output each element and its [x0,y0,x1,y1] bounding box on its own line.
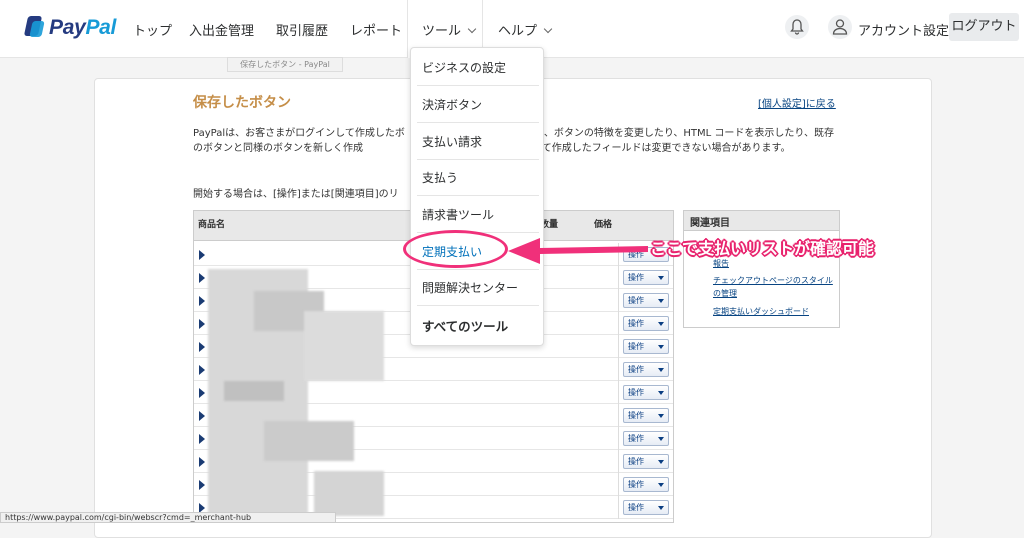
action-cell: 操作 [618,335,673,358]
nav-item-money[interactable]: 入出金管理 [189,20,254,39]
action-dropdown-button[interactable]: 操作 [623,454,669,469]
menu-divider [417,305,539,306]
action-dropdown-button[interactable]: 操作 [623,362,669,377]
action-dropdown-button[interactable]: 操作 [623,477,669,492]
action-cell: 操作 [618,289,673,312]
action-cell: 操作 [618,473,673,496]
chevron-down-icon [543,24,553,34]
nav-item-help[interactable]: ヘルプ [498,20,553,39]
header-price: 価格 [594,220,613,230]
expand-arrow-icon[interactable] [199,296,205,306]
expand-arrow-icon[interactable] [199,457,205,467]
notification-bell-icon[interactable] [785,15,809,39]
account-user-icon[interactable] [828,15,852,39]
action-dropdown-button[interactable]: 操作 [623,316,669,331]
pixelated-redaction [304,311,384,381]
nav-item-tools[interactable]: ツール [422,20,477,39]
menu-item-payment-buttons[interactable]: 決済ボタン [422,96,534,113]
menu-item-invoicing[interactable]: 請求書ツール [422,206,534,223]
account-settings-link[interactable]: アカウント設定 [858,20,949,39]
expand-arrow-icon[interactable] [199,273,205,283]
related-link-checkout-style[interactable]: チェックアウトページのスタイルの管理 [713,274,833,300]
expand-arrow-icon[interactable] [199,250,205,260]
paypal-p-icon [26,16,44,40]
menu-item-all-tools[interactable]: すべてのツール [422,316,534,335]
action-cell: 操作 [618,312,673,335]
expand-arrow-icon[interactable] [199,319,205,329]
related-items-title: 関連項目 [684,211,839,231]
expand-arrow-icon[interactable] [199,411,205,421]
menu-divider [417,195,539,196]
expand-arrow-icon[interactable] [199,480,205,490]
menu-item-payment-request[interactable]: 支払い請求 [422,133,534,150]
action-cell: 操作 [618,496,673,519]
nav-help-label: ヘルプ [498,24,538,39]
action-dropdown-button[interactable]: 操作 [623,385,669,400]
logo-text-pal: Pal [85,16,117,39]
action-dropdown-button[interactable]: 操作 [623,293,669,308]
hover-tooltip-title: 保存したボタン - PayPal [227,57,343,72]
nav-tools-label: ツール [422,24,462,39]
menu-item-resolution-center[interactable]: 問題解決センター [422,279,534,296]
action-dropdown-button[interactable]: 操作 [623,270,669,285]
highlight-circle [403,230,508,268]
paypal-logo[interactable]: PayPal [26,14,116,42]
expand-arrow-icon[interactable] [199,434,205,444]
back-to-profile-link[interactable]: [個人設定]に戻る [758,95,836,110]
menu-divider [417,122,539,123]
action-cell: 操作 [618,404,673,427]
expand-arrow-icon[interactable] [199,365,205,375]
expand-arrow-icon[interactable] [199,388,205,398]
action-dropdown-button[interactable]: 操作 [623,339,669,354]
expand-arrow-icon[interactable] [199,342,205,352]
browser-status-url: https://www.paypal.com/cgi-bin/webscr?cm… [0,512,336,523]
action-dropdown-button[interactable]: 操作 [623,431,669,446]
action-cell: 操作 [618,450,673,473]
annotation-caption: ここで支払いリストが確認可能 [650,239,875,258]
action-dropdown-button[interactable]: 操作 [623,408,669,423]
action-cell: 操作 [618,381,673,404]
related-items-panel: 関連項目 報告 チェックアウトページのスタイルの管理 定期支払いダッシュボード [683,210,840,328]
nav-item-reports[interactable]: レポート [350,20,402,39]
nav-item-activity[interactable]: 取引履歴 [276,20,328,39]
header-item-name: 商品名 [198,220,226,230]
nav-item-top[interactable]: トップ [133,20,172,39]
menu-item-business-settings[interactable]: ビジネスの設定 [422,59,534,76]
pixelated-redaction [314,471,384,516]
pointer-arrow-icon [508,238,648,264]
pixelated-redaction [264,421,354,461]
action-cell: 操作 [618,427,673,450]
menu-divider [417,85,539,86]
action-dropdown-button[interactable]: 操作 [623,500,669,515]
logout-button[interactable]: ログアウト [949,13,1019,41]
pixelated-redaction [224,381,284,401]
start-instructions: 開始する場合は、[操作]または[関連項目]のリ [193,189,399,200]
menu-item-pay[interactable]: 支払う [422,169,534,186]
tools-dropdown-menu: ビジネスの設定 決済ボタン 支払い請求 支払う 請求書ツール 定期支払い 問題解… [410,47,544,346]
logo-text-pay: Pay [49,16,86,39]
action-cell: 操作 [618,358,673,381]
chevron-down-icon [467,24,477,34]
related-link-subscriptions-dashboard[interactable]: 定期支払いダッシュボード [713,305,809,318]
page-title: 保存したボタン [193,95,291,111]
menu-divider [417,159,539,160]
